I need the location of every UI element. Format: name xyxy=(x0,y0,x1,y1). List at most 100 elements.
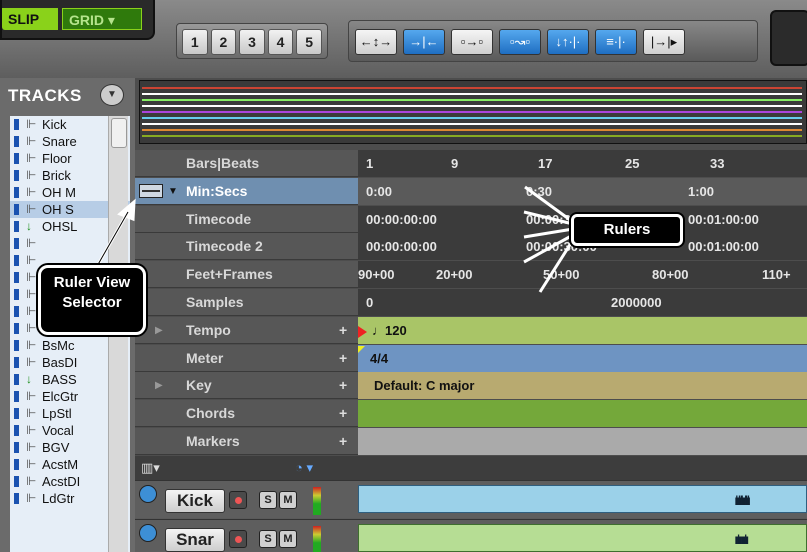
track-name-button[interactable]: Snar xyxy=(165,528,225,552)
track-options-icon[interactable] xyxy=(139,524,157,542)
track-color-indicator xyxy=(14,136,19,147)
overview-track-line xyxy=(142,99,802,101)
tempo-marker-icon[interactable] xyxy=(358,325,367,338)
ruler-lane[interactable]: 4/4 xyxy=(358,344,807,372)
mute-button[interactable]: M xyxy=(279,491,297,509)
solo-button[interactable]: S xyxy=(259,530,277,548)
track-list-item-label: Kick xyxy=(42,117,67,132)
track-color-indicator xyxy=(14,255,19,266)
ruler-view-selector-callout: Ruler View Selector xyxy=(38,265,146,335)
track-edit-area: ▥▾ ◔ ▾ Kick S M ıIııIıIIıııIIıIı Snar S … xyxy=(135,456,807,552)
track-list-item-label: OHSL xyxy=(42,219,78,234)
tool-button-5[interactable]: ↓↑·|· xyxy=(547,29,589,55)
slip-mode-button[interactable]: SLIP xyxy=(2,8,58,30)
fader-icon: ⊩ xyxy=(26,117,37,131)
expand-triangle-icon[interactable]: ▶ xyxy=(155,317,163,344)
zoom-preset-1-button[interactable]: 1 xyxy=(182,29,208,55)
zoom-preset-4-button[interactable]: 4 xyxy=(267,29,294,55)
ruler-tick-label: 90+00 xyxy=(358,267,395,283)
ruler-tick-label: 33 xyxy=(710,156,725,171)
track-color-indicator xyxy=(14,323,19,334)
ruler-label: Markers xyxy=(186,433,240,449)
ruler-chords[interactable]: Chords + xyxy=(135,400,807,428)
zoom-preset-2-button[interactable]: 2 xyxy=(210,29,237,55)
ruler-label: Tempo xyxy=(186,321,231,338)
expand-triangle-icon[interactable]: ▶ xyxy=(155,372,163,399)
ruler-view-selector-icon[interactable] xyxy=(139,183,163,198)
overview-track-line xyxy=(142,111,802,113)
track-color-indicator xyxy=(14,391,19,402)
zoom-preset-5-button[interactable]: 5 xyxy=(296,29,322,55)
ruler-label: Timecode 2 xyxy=(186,238,263,255)
track-color-indicator xyxy=(14,119,19,130)
tool-button-3[interactable]: ▫→▫ xyxy=(451,29,493,55)
level-meter xyxy=(313,487,321,515)
add-marker-button[interactable]: + xyxy=(339,317,347,344)
ruler-timecode-2[interactable]: Timecode 2 00:00:00:00 00:00:30:00 00:01:00… xyxy=(135,233,807,261)
edit-area-header: ▥▾ ◔ ▾ xyxy=(135,456,807,480)
ruler-lane[interactable] xyxy=(358,400,807,428)
track-color-indicator xyxy=(14,408,19,419)
ruler-timecode[interactable]: Timecode 00:00:00:00 00:00:30:00 00:01:00:0… xyxy=(135,205,807,233)
add-marker-button[interactable]: + xyxy=(339,372,347,399)
add-marker-button[interactable]: + xyxy=(339,345,347,372)
ruler-lane[interactable]: 0:00 0:30 1:00 xyxy=(358,177,807,205)
fader-icon: ⊩ xyxy=(26,321,37,335)
edit-tool-buttons: ←↕→ →|← ▫→▫ ▫↝▫ ↓↑·|· ≡·|· |→|▸ xyxy=(348,20,758,62)
audio-clip[interactable]: ıIııIıIIıııIIıIı xyxy=(358,485,807,513)
chevron-down-icon[interactable]: ▼ xyxy=(168,178,178,205)
ruler-lane[interactable]: 0 2000000 xyxy=(358,289,807,316)
ruler-lane[interactable]: Default: C major xyxy=(358,372,807,400)
tool-button-1[interactable]: ←↕→ xyxy=(355,29,397,55)
track-options-icon[interactable] xyxy=(139,485,157,503)
scrollbar-thumb[interactable] xyxy=(111,118,127,148)
ruler-label: Timecode xyxy=(186,210,252,227)
track-color-indicator xyxy=(14,374,19,385)
fader-icon: ⊩ xyxy=(26,253,37,267)
ruler-samples[interactable]: Samples 0 2000000 xyxy=(135,289,807,316)
ruler-markers[interactable]: Markers + xyxy=(135,428,807,455)
add-marker-button[interactable]: + xyxy=(339,400,347,427)
ruler-lane[interactable]: 90+00 20+00 50+00 80+00 110+ xyxy=(358,261,807,289)
grid-mode-button[interactable]: GRID ▾ xyxy=(62,8,142,30)
ruler-tempo[interactable]: ▶ Tempo + ♩120 xyxy=(135,316,807,344)
tool-button-2[interactable]: →|← xyxy=(403,29,445,55)
tool-button-6[interactable]: ≡·|· xyxy=(595,29,637,55)
ruler-tick-label: 00:00:00:00 xyxy=(366,239,437,255)
mute-button[interactable]: M xyxy=(279,530,297,548)
zoom-preset-3-button[interactable]: 3 xyxy=(239,29,265,55)
tool-button-7[interactable]: |→|▸ xyxy=(643,29,685,55)
ruler-feet-frames[interactable]: Feet+Frames 90+00 20+00 50+00 80+00 110+ xyxy=(135,261,807,289)
record-enable-button[interactable] xyxy=(229,530,247,548)
ruler-tick-label: 2000000 xyxy=(611,295,662,310)
ruler-lane[interactable]: ♩120 xyxy=(358,316,807,344)
solo-button[interactable]: S xyxy=(259,491,277,509)
add-marker-button[interactable]: + xyxy=(339,428,347,455)
chevron-down-icon: ▾ xyxy=(107,12,115,28)
track-color-indicator xyxy=(14,306,19,317)
zoom-preset-buttons: 1 2 3 4 5 xyxy=(176,23,328,59)
track-list-item-label: Snare xyxy=(42,134,77,149)
session-overview[interactable] xyxy=(139,80,807,144)
ruler-key[interactable]: ▶ Key + Default: C major xyxy=(135,372,807,400)
ruler-meter[interactable]: Meter +4/4 xyxy=(135,344,807,372)
ruler-lane[interactable]: 1 9 17 25 33 xyxy=(358,150,807,177)
tracks-menu-button[interactable]: ▼ xyxy=(100,84,124,106)
ruler-min-secs[interactable]: ▼ Min:Secs 0:00 0:30 1:00 xyxy=(135,177,807,205)
ruler-tick-label: ♩120 xyxy=(372,322,407,338)
ruler-tick-label: 0 xyxy=(366,295,374,310)
track-color-indicator xyxy=(14,357,19,368)
track-name-button[interactable]: Kick xyxy=(165,489,225,513)
ruler-bars-beats[interactable]: Bars|Beats 1 9 17 25 33 xyxy=(135,150,807,177)
track-list-view-icon[interactable]: ▥▾ xyxy=(141,460,160,476)
record-enable-button[interactable] xyxy=(229,491,247,509)
tool-button-4[interactable]: ▫↝▫ xyxy=(499,29,541,55)
timebase-clock-icon[interactable]: ◔ ▾ xyxy=(295,460,313,476)
overview-track-line xyxy=(142,117,802,119)
ruler-lane[interactable] xyxy=(358,428,807,455)
track-color-indicator xyxy=(14,221,19,232)
meter-marker-icon[interactable] xyxy=(358,345,365,353)
ruler-tick-label: 00:01:00:00 xyxy=(688,239,759,255)
track-list-item-label: Vocal xyxy=(42,423,74,438)
audio-clip[interactable]: ıııIıııııııIıı xyxy=(358,524,807,552)
